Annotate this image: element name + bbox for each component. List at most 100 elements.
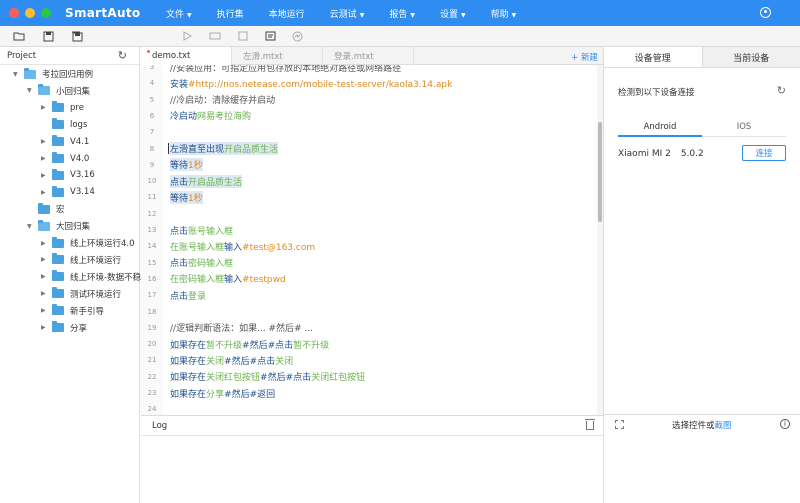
- chevron-down-icon[interactable]: ▼: [27, 87, 34, 94]
- code-line: 19 //逻辑判断语法：如果... #然后# ...: [141, 320, 597, 336]
- menu-item-label: 帮助: [490, 9, 509, 20]
- detect-label: 检测到以下设备连接: [618, 88, 695, 98]
- code-token: #然后#返回: [224, 389, 276, 400]
- tree-item[interactable]: ▶ V3.14: [41, 184, 95, 200]
- tree-item[interactable]: ▼ 考拉回归用例: [13, 66, 93, 82]
- chevron-right-icon[interactable]: ▶: [41, 104, 48, 111]
- menu-item-3[interactable]: 云测试 ▼: [330, 7, 365, 20]
- editor-tab[interactable]: 左滑.mtxt: [232, 47, 323, 65]
- code-token: 等待: [170, 193, 189, 204]
- code-token: 开启品质生活: [224, 145, 279, 155]
- tree-item[interactable]: ▼ 小回归集: [27, 83, 90, 99]
- connect-button[interactable]: 连接: [742, 145, 786, 161]
- save-icon[interactable]: [41, 29, 55, 43]
- folder-icon[interactable]: [12, 29, 26, 43]
- info-icon[interactable]: i: [780, 419, 790, 429]
- chevron-right-icon[interactable]: ▶: [41, 290, 48, 297]
- play-step-icon[interactable]: [208, 29, 222, 43]
- menu-item-6[interactable]: 帮助 ▼: [491, 7, 517, 20]
- save-all-icon[interactable]: [70, 29, 84, 43]
- chevron-right-icon[interactable]: ▶: [41, 256, 48, 263]
- tree-item[interactable]: ▶ V3.16: [41, 167, 95, 183]
- folder-icon: [52, 118, 64, 130]
- code-line: 9 等待1秒: [141, 157, 597, 173]
- code-area[interactable]: 3 //安装应用：可指定应用包存放的本地绝对路径或网络路径 4 安装#http://n…: [141, 65, 597, 415]
- tree-item[interactable]: ▼ 大回归集: [27, 218, 90, 234]
- code-line: 22 如果存在关闭红包按钮#然后#点击关闭红包按钮: [141, 369, 597, 385]
- line-text: 在密码输入框输入#testpwd: [170, 272, 286, 285]
- tab-device-management[interactable]: 设备管理: [604, 47, 702, 67]
- crosshair-icon[interactable]: [615, 420, 624, 429]
- menu-item-1[interactable]: 执行集: [217, 7, 244, 20]
- menu-item-4[interactable]: 报告 ▼: [389, 7, 415, 20]
- code-line: 6 冷启动网易考拉海购: [141, 108, 597, 124]
- user-icon[interactable]: [760, 7, 771, 18]
- tree-item[interactable]: ▶ 线上环境运行: [41, 252, 121, 268]
- editor-tab[interactable]: 登录.mtxt: [323, 47, 414, 65]
- chevron-down-icon[interactable]: ▼: [27, 223, 34, 230]
- tab-current-device[interactable]: 当前设备: [701, 47, 800, 67]
- chevron-down-icon: ▼: [187, 11, 192, 19]
- device-version: 5.0.2: [680, 149, 704, 159]
- menu-item-5[interactable]: 设置 ▼: [440, 7, 466, 20]
- chevron-right-icon[interactable]: ▶: [41, 189, 48, 196]
- tree-item[interactable]: ▶ 测试环境运行: [41, 286, 121, 302]
- line-text: 点击开启品质生活: [170, 174, 243, 188]
- select-control-text: 选择控件或: [672, 421, 715, 431]
- line-number: 14: [147, 242, 157, 251]
- record-icon[interactable]: [263, 29, 277, 43]
- scrollbar-thumb[interactable]: [598, 122, 602, 222]
- chevron-right-icon[interactable]: ▶: [41, 172, 48, 179]
- tree-item[interactable]: ▶ pre: [41, 100, 84, 116]
- folder-icon: [38, 202, 50, 214]
- code-line: 11 等待1秒: [141, 189, 597, 205]
- stop-icon[interactable]: [236, 29, 250, 43]
- chevron-right-icon[interactable]: ▶: [41, 307, 48, 314]
- tree-item[interactable]: ▶ 线上环境-数据不稳: [41, 269, 141, 285]
- close-window-button[interactable]: [9, 8, 19, 18]
- tree-item[interactable]: ▶ 线上环境运行4.0: [41, 235, 135, 251]
- tree-item[interactable]: logs: [41, 117, 87, 133]
- chevron-right-icon[interactable]: ▶: [41, 138, 48, 145]
- play-icon[interactable]: [180, 29, 194, 43]
- folder-icon: [52, 135, 64, 147]
- menu-item-2[interactable]: 本地运行: [269, 7, 305, 20]
- line-number: 9: [149, 160, 155, 169]
- chevron-down-icon[interactable]: ▼: [13, 71, 20, 78]
- refresh-devices-icon[interactable]: ↻: [777, 84, 786, 97]
- code-line: 14 在账号输入框输入#test@163.com: [141, 238, 597, 254]
- editor-tab[interactable]: demo.txt: [141, 47, 232, 65]
- chevron-right-icon[interactable]: ▶: [41, 240, 48, 247]
- line-number: 8: [149, 144, 155, 153]
- code-token: #然后#点击: [242, 340, 294, 351]
- chevron-right-icon[interactable]: ▶: [41, 324, 48, 331]
- menu-item-label: 报告: [389, 9, 408, 20]
- screenshot-link[interactable]: 截图: [715, 421, 732, 431]
- folder-icon: [38, 84, 50, 96]
- editor-tabs: demo.txt 左滑.mtxt 登录.mtxt + 新建: [141, 47, 603, 65]
- tree-item[interactable]: ▶ V4.0: [41, 151, 89, 167]
- menu-item-0[interactable]: 文件 ▼: [166, 7, 192, 20]
- tree-item[interactable]: ▶ V4.1: [41, 134, 89, 150]
- code-token: 在账号输入框: [170, 242, 225, 253]
- device-panel: 设备管理 当前设备 检测到以下设备连接 ↻ Android IOS Xiaomi…: [603, 47, 800, 503]
- tree-item-label: 测试环境运行: [70, 289, 122, 300]
- new-file-button[interactable]: + 新建: [571, 51, 598, 63]
- line-number: 15: [147, 258, 157, 267]
- tab-android[interactable]: Android: [618, 117, 702, 137]
- line-number: 10: [147, 177, 157, 186]
- tree-item[interactable]: ▶ 分享: [41, 320, 87, 336]
- code-token: 网易考拉海购: [197, 112, 252, 123]
- chevron-right-icon[interactable]: ▶: [41, 155, 48, 162]
- code-token: 开启品质生活: [188, 177, 243, 188]
- minimize-window-button[interactable]: [25, 8, 35, 18]
- tree-item[interactable]: ▶ 新手引导: [41, 303, 104, 319]
- refresh-icon[interactable]: ↻: [118, 49, 127, 62]
- trash-icon[interactable]: [585, 419, 595, 430]
- tree-item[interactable]: 宏: [27, 201, 65, 217]
- log-header: Log: [141, 416, 603, 436]
- maximize-window-button[interactable]: [41, 8, 51, 18]
- monitor-icon[interactable]: [290, 29, 304, 43]
- tab-ios[interactable]: IOS: [702, 117, 786, 136]
- chevron-right-icon[interactable]: ▶: [41, 273, 48, 280]
